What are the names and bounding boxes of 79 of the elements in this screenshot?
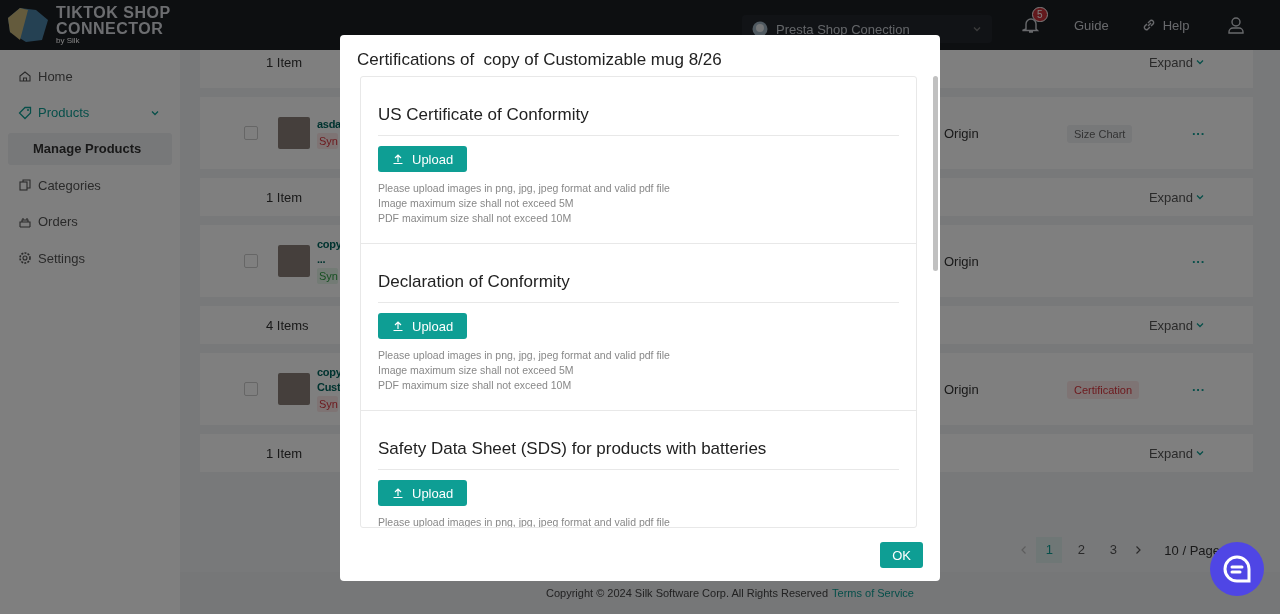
caret-icon <box>972 24 982 34</box>
product-name[interactable]: copy <box>317 238 338 250</box>
section-title: Declaration of Conformity <box>378 272 571 292</box>
origin-text: Origin <box>944 253 980 269</box>
product-name[interactable]: asda <box>317 117 338 130</box>
more-button[interactable]: ··· <box>1192 381 1222 397</box>
sidebar-item[interactable]: Manage Products <box>8 133 172 165</box>
product-name[interactable]: Cust <box>317 381 338 393</box>
chat-icon <box>1221 553 1253 585</box>
row-checkbox[interactable] <box>244 254 258 268</box>
expand-toggle[interactable]: Expand <box>1148 54 1205 70</box>
product-name[interactable]: ... <box>317 253 338 265</box>
upload-icon <box>392 153 404 165</box>
upload-button[interactable]: Upload <box>378 146 468 172</box>
guide-link[interactable]: Guide <box>1074 17 1109 33</box>
more-button[interactable]: ··· <box>1192 253 1222 269</box>
page-button[interactable]: 1 <box>1036 537 1063 563</box>
copy-icon <box>18 178 32 193</box>
page-button[interactable]: 2 <box>1068 537 1095 563</box>
photo-placeholder <box>278 245 310 277</box>
more-button[interactable]: ··· <box>1192 125 1222 141</box>
hint-text: PDF maximum size shall not exceed 10M <box>378 211 573 226</box>
settings-icon <box>18 251 32 266</box>
hint-text: PDF maximum size shall not exceed 10M <box>378 378 573 393</box>
product-name[interactable]: copy <box>317 366 338 378</box>
hint-text: Image maximum size shall not exceed 5M <box>378 196 575 211</box>
sidebar-item[interactable]: Categories <box>0 167 180 204</box>
upload-icon <box>392 487 404 499</box>
hint-text: Image maximum size shall not exceed 5M <box>378 363 575 378</box>
tag-icon <box>18 105 32 120</box>
help-link[interactable]: Help <box>1140 17 1190 33</box>
status-tag: Syn <box>317 396 338 412</box>
logo-text: TIKTOK SHOP <box>56 5 171 21</box>
sidebar-item[interactable]: Products <box>0 94 180 131</box>
item-count: 4 Items <box>266 317 309 333</box>
product-tag: Certification <box>1067 380 1140 399</box>
modal-title: Certifications of copy of Customizable mug 8/26 <box>356 49 723 71</box>
upload-button[interactable]: Upload <box>378 480 468 506</box>
section-title: US Certificate of Conformity <box>378 105 590 125</box>
expand-toggle[interactable]: Expand <box>1148 445 1205 461</box>
hint-text: Please upload images in png, jpg, jpeg format and valid pdf file <box>378 181 671 196</box>
photo-placeholder <box>278 117 310 149</box>
chevron-down-icon <box>1195 192 1205 202</box>
row-checkbox[interactable] <box>244 126 258 140</box>
photo-placeholder <box>278 373 310 405</box>
logo-byline: by Silk <box>56 37 81 45</box>
status-tag: Syn <box>317 132 338 149</box>
origin-text: Origin <box>944 125 980 141</box>
sidebar-item[interactable]: Orders <box>0 203 180 240</box>
ok-button[interactable]: OK <box>880 542 923 568</box>
logo-text: CONNECTOR <box>56 21 165 37</box>
notification-badge: 5 <box>1032 7 1048 22</box>
status-tag: Syn <box>317 268 338 284</box>
origin-text: Origin <box>944 381 980 397</box>
logo-icon <box>6 6 50 44</box>
product-tag: Size Chart <box>1067 124 1133 143</box>
sidebar-item[interactable]: Home <box>0 58 180 95</box>
copyright-text: Copyright © 2024 Silk Software Corp. All Rights Reserved <box>546 587 829 599</box>
chevron-down-icon <box>1195 448 1205 458</box>
expand-toggle[interactable]: Expand <box>1148 189 1205 205</box>
terms-link[interactable]: Terms of Service <box>832 587 914 599</box>
expand-toggle[interactable]: Expand <box>1148 317 1205 333</box>
chevron-down-icon <box>1195 320 1205 330</box>
item-count: 1 Item <box>266 189 303 205</box>
hint-text: Please upload images in png, jpg, jpeg format and valid pdf file <box>378 348 671 363</box>
row-checkbox[interactable] <box>244 382 258 396</box>
upload-button[interactable]: Upload <box>378 313 468 339</box>
page-button[interactable]: 3 <box>1100 537 1127 563</box>
store-avatar-icon <box>752 21 768 37</box>
item-count: 1 Item <box>266 54 303 70</box>
chevron-down-icon <box>1195 57 1205 67</box>
scrollbar-thumb[interactable] <box>933 76 938 271</box>
bell-icon[interactable] <box>1022 16 1040 34</box>
user-icon[interactable] <box>1227 16 1246 34</box>
item-count: 1 Item <box>266 445 303 461</box>
section-title: Safety Data Sheet (SDS) for products with batteries <box>378 439 768 459</box>
upload-icon <box>392 320 404 332</box>
sidebar-item[interactable]: Settings <box>0 240 180 277</box>
home-icon <box>18 69 32 84</box>
